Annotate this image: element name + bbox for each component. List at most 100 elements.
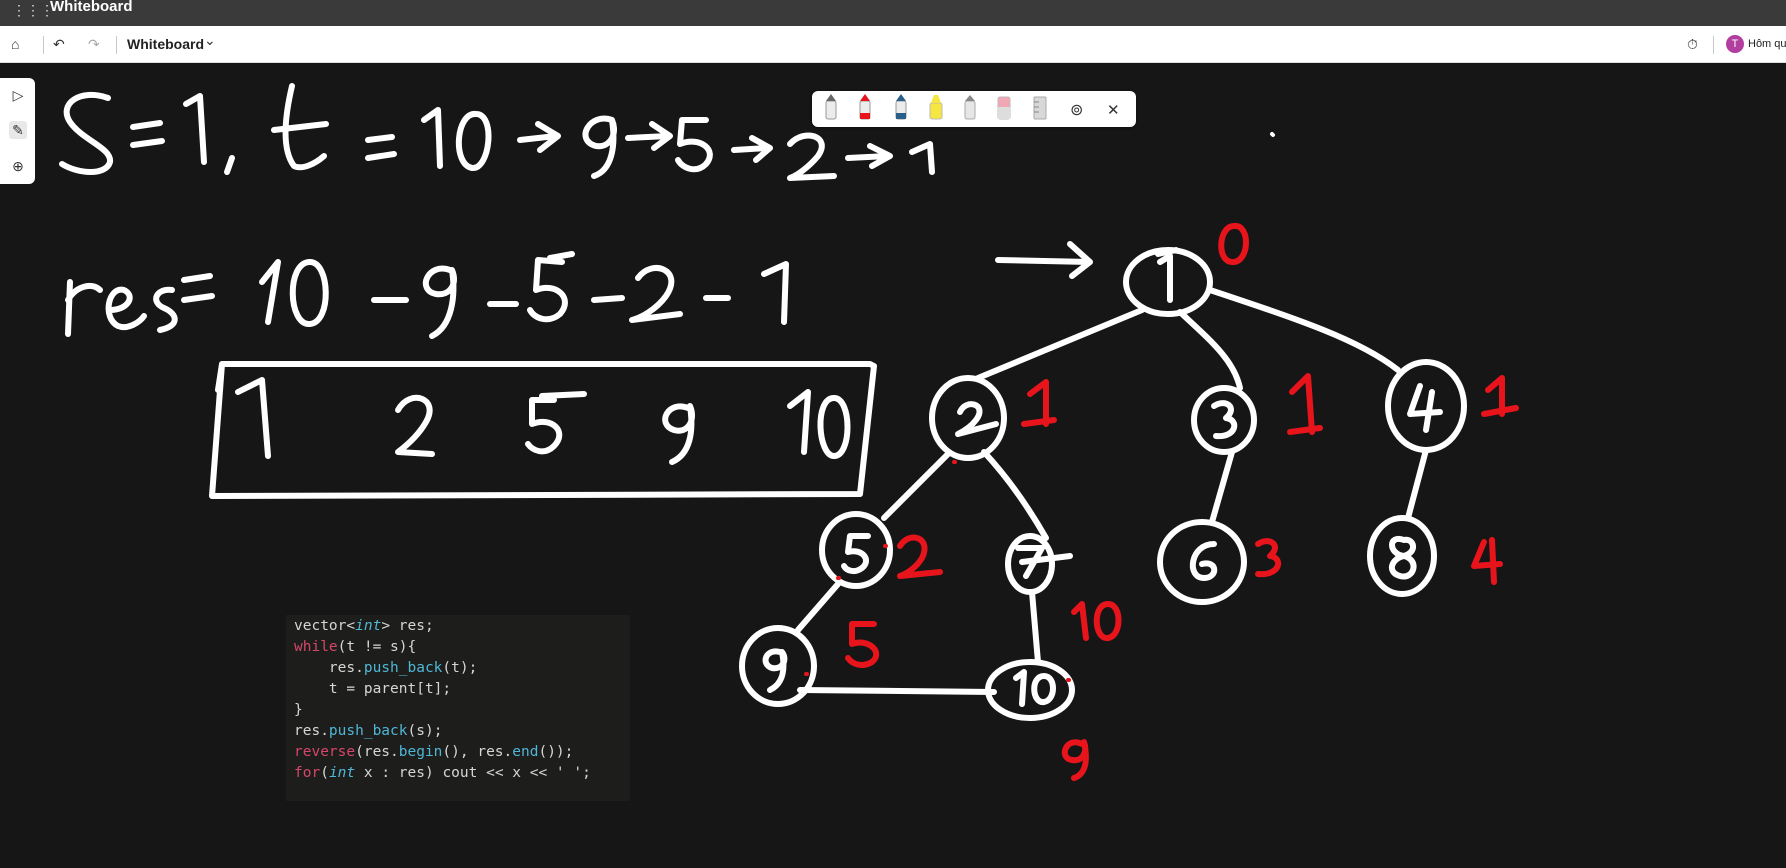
ink-digit-5 [675, 117, 713, 173]
tree-node-9 [739, 625, 817, 707]
ink-digit-1 [1155, 247, 1179, 303]
code-snippet: vector<int> res; while(t != s){ res.push… [286, 615, 630, 801]
tree-node-2 [929, 375, 1007, 461]
tree-node-6 [1157, 519, 1247, 605]
ink-digit-1 [761, 261, 789, 325]
pencil-icon[interactable] [964, 95, 976, 120]
ink-red-digit-1 [1481, 375, 1519, 417]
code-line: while(t != s){ [294, 639, 417, 655]
ink-digit-2 [629, 265, 683, 323]
code-line: t = parent[t]; [294, 681, 452, 697]
ink-letter-e [105, 286, 147, 330]
ink-equals [181, 273, 215, 303]
lasso-icon[interactable]: ⊚ [1070, 100, 1083, 119]
code-line: reverse(res.begin(), res.end()); [294, 744, 574, 760]
tree-edge [975, 307, 1145, 381]
ink-letter-t [271, 83, 329, 171]
tree-node-5 [819, 511, 893, 589]
pen-blue-icon[interactable] [895, 94, 907, 120]
ink-digit-6 [1189, 541, 1218, 581]
tree-node-7 [1005, 533, 1055, 595]
tree-edge [795, 581, 841, 633]
ink-red-digit-10 [1071, 601, 1122, 641]
ink-digit-0 [817, 395, 851, 459]
home-icon[interactable]: ⌂ [11, 34, 19, 54]
code-line: for(int x : res) cout << x << ' '; [294, 765, 591, 781]
tree-edge [1207, 287, 1401, 373]
toolbar-divider [1713, 36, 1714, 54]
board-title-button[interactable]: Whiteboard [127, 34, 204, 54]
close-icon[interactable]: ✕ [1107, 101, 1120, 119]
tree-edge [1209, 449, 1235, 525]
ink-digit-9 [582, 115, 617, 179]
code-line: res.push_back(s); [294, 723, 443, 739]
pen-black-icon[interactable] [825, 94, 837, 120]
pen-red-icon[interactable] [859, 94, 871, 120]
code-line: vector<int> res; [294, 618, 434, 634]
ink-digit-9 [422, 265, 457, 339]
ink-red-digit-5 [845, 621, 880, 668]
top-toolbar: ⌂ ↶ ↷ Whiteboard ⌄ ⏱ T Hôm qu [0, 26, 1786, 63]
ink-digit-1 [787, 389, 811, 455]
pen-tool-icon[interactable]: ✎ [9, 121, 27, 139]
toolbar-divider [43, 36, 44, 54]
tree-edge [981, 449, 1049, 541]
timer-icon[interactable]: ⏱ [1687, 34, 1698, 54]
ink-letter-r [65, 279, 103, 337]
ink-red-digit-4 [1471, 537, 1503, 585]
redo-icon[interactable]: ↷ [88, 34, 100, 54]
ink-digit-5 [527, 251, 575, 323]
ink-digit-3 [1211, 400, 1238, 440]
ruler-icon[interactable] [1033, 96, 1047, 120]
tree-node-4 [1385, 359, 1467, 453]
tree-node-10 [985, 659, 1075, 721]
ink-digit-0 [289, 259, 329, 327]
toolbar-divider [116, 36, 117, 54]
ink-red-digit-3 [1255, 538, 1282, 578]
select-tool-icon[interactable]: ▷ [9, 86, 27, 104]
ink-red-digit-1 [1021, 379, 1057, 427]
pen-tray-tools: ⊚ ✕ [825, 94, 1120, 120]
ink-digit-2 [395, 394, 435, 457]
ink-digit-4 [1407, 383, 1443, 433]
ink-arrow [731, 135, 773, 163]
ink-arrow [995, 241, 1093, 279]
ink-letter-s [153, 286, 178, 333]
chevron-down-icon[interactable]: ⌄ [204, 30, 216, 50]
app-launcher-icon[interactable]: ⋮⋮⋮ [12, 2, 54, 19]
tree-edge [1177, 309, 1243, 391]
ink-digit-1 [421, 107, 443, 169]
tree-node-8 [1367, 515, 1437, 597]
ink-comma [224, 155, 235, 175]
ink-red-digit-1 [1287, 373, 1323, 435]
ink-digit-8 [1388, 535, 1417, 580]
ink-arrow [845, 143, 893, 169]
ink-digit-0 [456, 111, 492, 171]
ink-digit-9 [662, 403, 695, 465]
ink-arrow [517, 121, 561, 153]
canvas-ink [59, 83, 1519, 781]
ink-dot [1270, 132, 1275, 137]
ink-red-digit-9 [1061, 739, 1089, 781]
ink-red-dot [804, 460, 1071, 682]
highlighter-icon[interactable] [929, 95, 943, 120]
ink-equals [130, 120, 165, 148]
code-line: } [294, 702, 303, 718]
undo-icon[interactable]: ↶ [53, 34, 65, 54]
ink-digit-9 [762, 648, 788, 693]
ink-arrow [625, 121, 673, 151]
title-bar: ⋮⋮⋮ Whiteboard [0, 0, 1786, 26]
user-name: Hôm qu [1748, 38, 1786, 50]
tree-node-1 [1123, 247, 1213, 317]
add-icon[interactable]: ⊕ [9, 157, 27, 175]
left-tool-rail: ▷ ✎ ⊕ [0, 78, 35, 184]
ink-digit-1 [259, 259, 281, 325]
ink-dash [591, 295, 625, 303]
eraser-icon[interactable] [997, 96, 1011, 120]
avatar[interactable]: T [1726, 35, 1744, 53]
code-line: res.push_back(t); [294, 660, 478, 676]
ink-digit-5 [525, 391, 587, 455]
ink-digit-2 [955, 401, 999, 437]
ink-digit-2 [787, 132, 837, 181]
window-title: Whiteboard [50, 0, 133, 15]
